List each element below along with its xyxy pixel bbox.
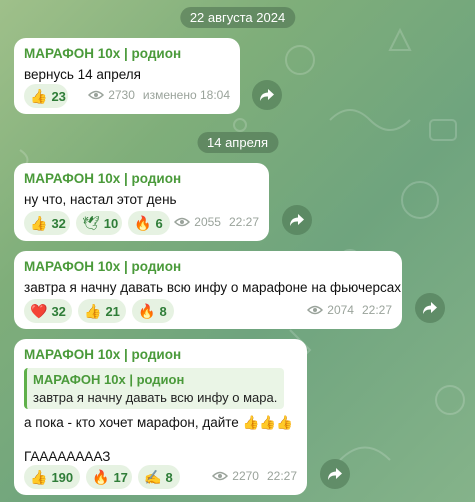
fire-icon: 🔥	[134, 214, 152, 231]
message-time: 22:27	[266, 469, 297, 483]
message-4[interactable]: МАРАФОН 10х | родион МАРАФОН 10х | родио…	[14, 339, 307, 495]
reaction-thumbs-up[interactable]: 👍 32	[24, 211, 70, 235]
heart-icon: ❤️	[30, 302, 48, 319]
eye-icon	[307, 305, 324, 315]
reaction-count: 190	[51, 469, 74, 485]
dove-icon: 🕊	[82, 214, 100, 231]
share-arrow-icon	[260, 89, 274, 101]
share-arrow-icon	[423, 302, 437, 314]
message-meta: 2074 22:27	[307, 303, 392, 317]
reaction-count: 8	[159, 303, 167, 319]
message-1[interactable]: МАРАФОН 10х | родион вернусь 14 апреля 👍…	[14, 38, 240, 114]
message-time: 22:27	[361, 303, 392, 317]
reaction-thumbs-up[interactable]: 👍 190	[24, 465, 80, 489]
message-meta: 2270 22:27	[212, 469, 297, 483]
reaction-heart[interactable]: ❤️ 32	[24, 299, 72, 323]
message-3[interactable]: МАРАФОН 10х | родион завтра я начну дава…	[14, 251, 402, 329]
view-count: 2730	[108, 88, 135, 102]
reaction-thumbs-up[interactable]: 👍 21	[78, 299, 126, 323]
message-meta: 2055 22:27	[174, 215, 259, 229]
reaction-writing-hand[interactable]: ✍️ 8	[138, 465, 180, 489]
eye-icon	[88, 90, 105, 100]
eye-icon	[174, 217, 191, 227]
quote-text: завтра я начну давать всю инфу о мара...	[33, 390, 278, 405]
reaction-fire[interactable]: 🔥 17	[86, 465, 132, 489]
message-text: а пока - кто хочет марафон, дайте 👍👍👍	[24, 415, 293, 430]
message-text: ну что, настал этот день	[24, 192, 177, 207]
reaction-count: 23	[51, 88, 66, 104]
message-sender[interactable]: МАРАФОН 10х | родион	[24, 259, 392, 274]
eye-icon	[212, 471, 229, 481]
fire-icon: 🔥	[138, 302, 156, 319]
date-divider-1: 22 августа 2024	[179, 7, 296, 28]
message-text-2: ГААААААААЗ	[24, 449, 111, 464]
view-count: 2055	[194, 215, 221, 229]
view-count: 2074	[327, 303, 354, 317]
reaction-count: 21	[105, 303, 120, 319]
message-meta: 2730 изменено 18:04	[88, 88, 230, 102]
thumbs-up-icon: 👍	[84, 302, 102, 319]
reaction-count: 8	[165, 469, 173, 485]
message-sender[interactable]: МАРАФОН 10х | родион	[24, 46, 230, 61]
message-text: завтра я начну давать всю инфу о марафон…	[24, 280, 402, 295]
share-button[interactable]	[282, 205, 312, 235]
date-divider-2: 14 апреля	[197, 132, 278, 153]
quote-sender: МАРАФОН 10х | родион	[33, 372, 185, 387]
reaction-fire[interactable]: 🔥 6	[128, 211, 170, 235]
reaction-count: 17	[113, 469, 128, 485]
message-2[interactable]: МАРАФОН 10х | родион ну что, настал этот…	[14, 163, 269, 241]
reaction-thumbs-up[interactable]: 👍 23	[24, 84, 68, 108]
message-sender[interactable]: МАРАФОН 10х | родион	[24, 171, 259, 186]
message-time: изменено 18:04	[142, 88, 230, 102]
writing-hand-icon: ✍️	[144, 468, 162, 485]
message-sender[interactable]: МАРАФОН 10х | родион	[24, 347, 297, 362]
share-arrow-icon	[328, 468, 342, 480]
thumbs-up-icon: 👍	[30, 214, 48, 231]
share-button[interactable]	[320, 459, 350, 489]
reply-quote[interactable]: МАРАФОН 10х | родион завтра я начну дава…	[24, 368, 284, 409]
reaction-count: 10	[103, 215, 119, 231]
view-count: 2270	[232, 469, 259, 483]
reaction-count: 32	[51, 215, 66, 231]
message-time: 22:27	[228, 215, 259, 229]
reaction-count: 6	[155, 215, 163, 231]
fire-icon: 🔥	[92, 468, 110, 485]
reaction-dove[interactable]: 🕊 10	[76, 211, 122, 235]
share-button[interactable]	[252, 80, 282, 110]
thumbs-up-icon: 👍	[30, 87, 48, 104]
message-text: вернусь 14 апреля	[24, 67, 141, 82]
reaction-fire[interactable]: 🔥 8	[132, 299, 174, 323]
share-button[interactable]	[415, 293, 445, 323]
reaction-count: 32	[51, 303, 66, 319]
thumbs-up-icon: 👍	[30, 468, 48, 485]
share-arrow-icon	[290, 214, 304, 226]
